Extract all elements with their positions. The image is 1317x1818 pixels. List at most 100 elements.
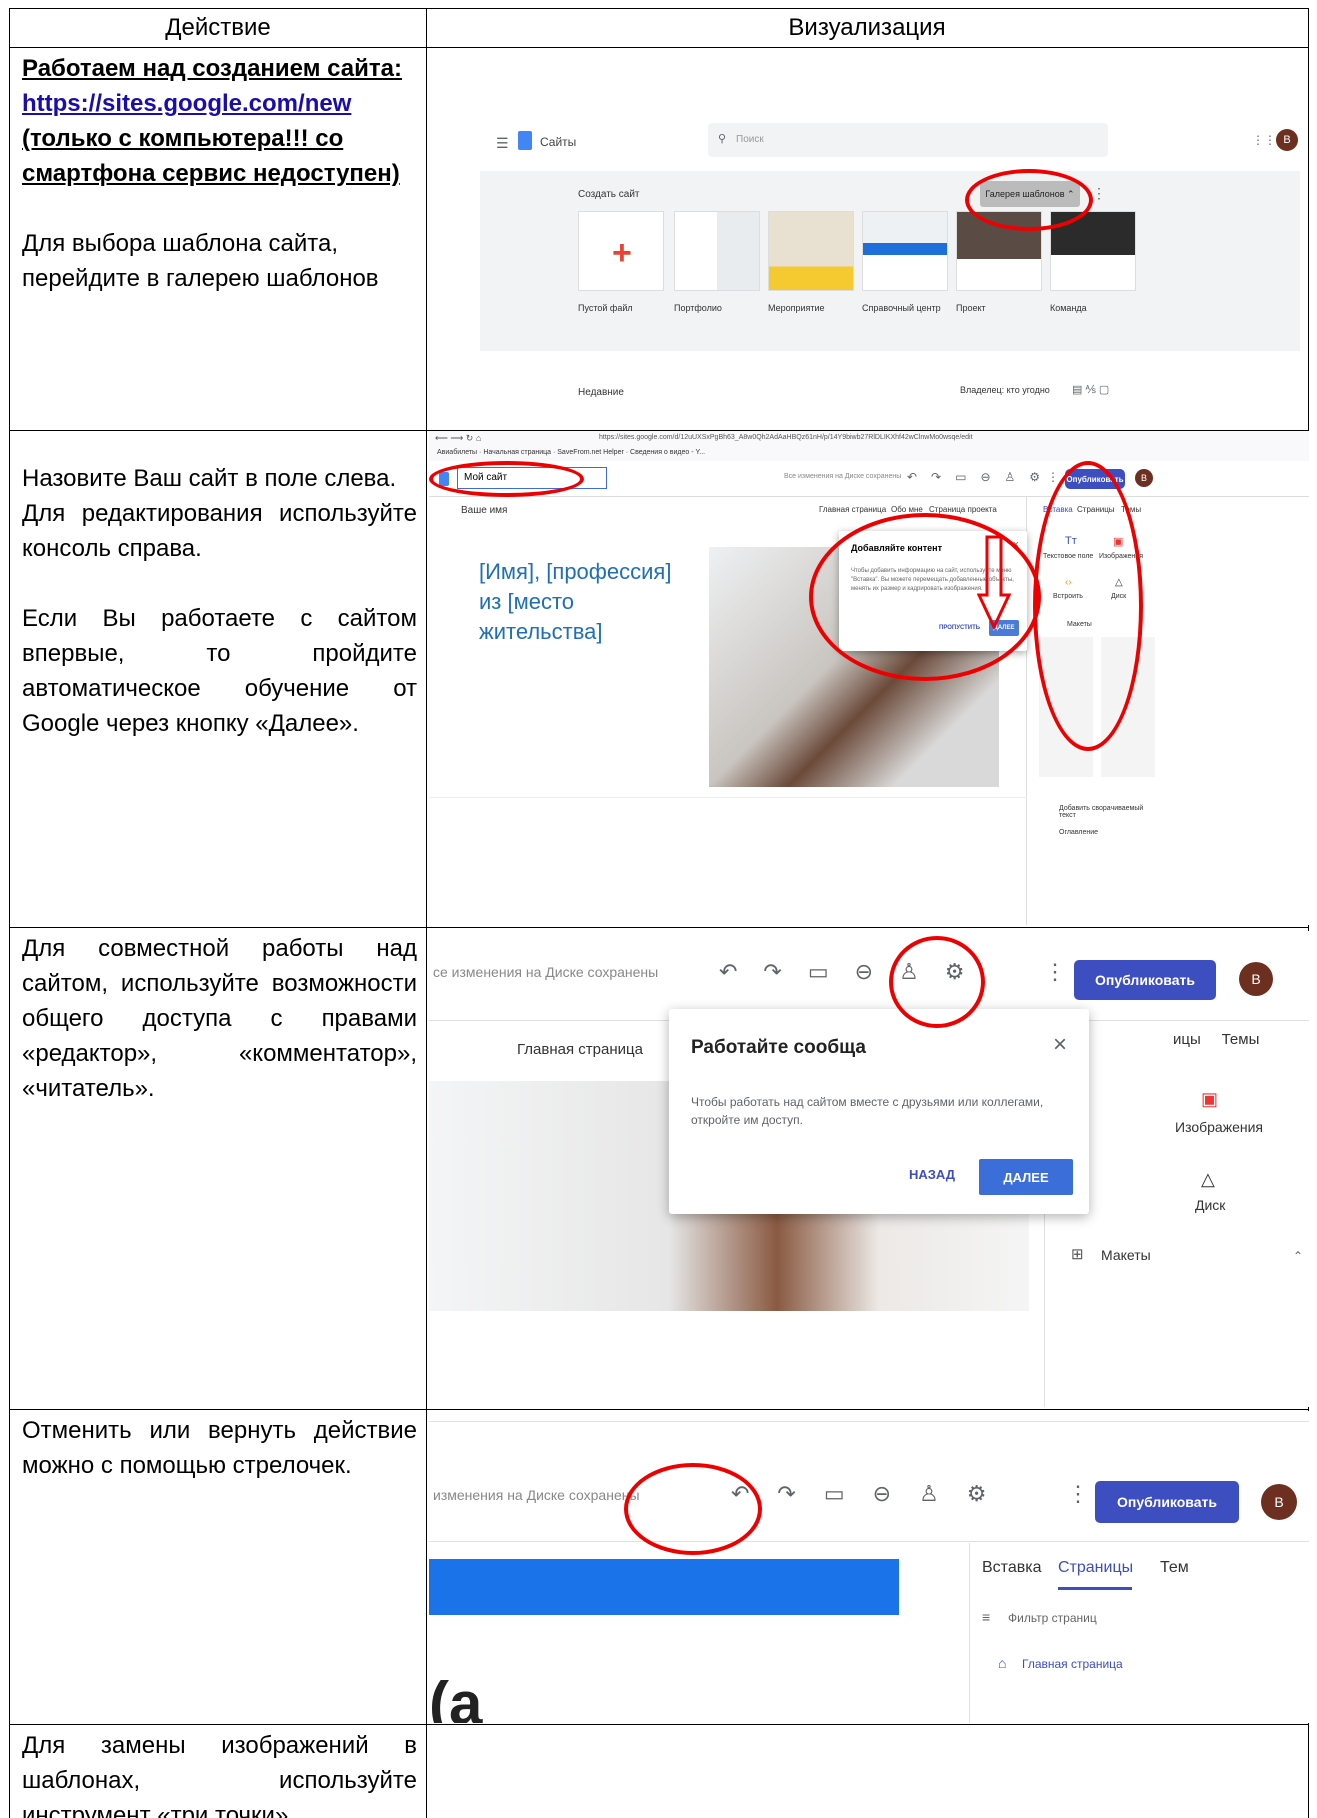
home-icon: ⌂ [998,1655,1007,1671]
panel-images[interactable]: Изображения [1175,1119,1263,1135]
saved-status: изменения на Диске сохранены [433,1487,640,1503]
filter-icon: ≡ [982,1609,991,1625]
toolbar-top-border [429,1421,1309,1422]
template-label: Пустой файл [578,303,633,313]
tab-themes[interactable]: Тем [1160,1559,1189,1577]
menu-icon[interactable]: ☰ [496,135,509,152]
sites-link[interactable]: https://sites.google.com/new [22,86,417,121]
home-page-item[interactable]: Главная страница [1022,1657,1123,1671]
screenshot-sites-home: ☰ Сайты ⚲ Поиск ⋮⋮ B Создать сайт Галере… [480,109,1300,409]
toolbar-divider [429,1541,1309,1542]
more-icon[interactable]: ⋮ [1067,1481,1089,1507]
collapse-icon[interactable]: ⌃ [1293,1249,1303,1263]
header-action: Действие [165,14,271,41]
toolbar-icons[interactable]: ↶↷▭⊖♙⚙ [907,470,1054,484]
row2-p1: Назовите Ваш сайт в поле слева. [22,465,397,492]
more-icon[interactable]: ⋮ [1092,185,1106,202]
search-placeholder: Поиск [736,134,764,145]
row1-instruction: Для выбора шаблона сайта, перейдите в га… [22,230,379,292]
row1-title: Работаем над созданием сайта: [22,55,402,82]
arrow-down-icon [977,535,1011,629]
recent-label: Недавние [578,387,624,398]
browser-address-bar: ⟵ ⟶ ↻ ⌂ https://sites.google.com/d/12uUX… [429,431,1309,449]
panel-tabs[interactable]: ицы Темы [1173,1031,1259,1048]
highlight-circle [1033,461,1143,751]
nav-home[interactable]: Главная страница [819,505,886,514]
apps-grid-icon[interactable]: ⋮⋮ [1252,133,1276,147]
template-help-center[interactable] [862,211,948,291]
dialog-text: Чтобы работать над сайтом вместе с друзь… [691,1095,1044,1127]
more-icon[interactable]: ⋮ [1044,959,1066,985]
template-blank[interactable]: + [578,211,664,291]
back-button[interactable]: НАЗАД [909,1167,955,1182]
section-divider [429,797,1027,798]
bookmarks-bar: Авиабилеты · Начальная страница · SaveFr… [429,449,1309,461]
account-avatar[interactable]: B [1261,1484,1297,1520]
layouts-label: Макеты [1101,1247,1151,1263]
sites-logo-icon [518,131,532,150]
search-icon: ⚲ [718,133,727,145]
toolbar-icons[interactable]: ↶↷▭⊖♙⚙ [731,1481,1015,1507]
publish-button[interactable]: Опубликовать [1095,1481,1239,1523]
row-divider [10,1724,1308,1725]
account-avatar[interactable]: B [1239,962,1273,996]
header-visualization: Визуализация [788,14,946,41]
your-name[interactable]: Ваше имя [461,505,507,516]
layouts-icon: ⊞ [1071,1246,1084,1263]
share-dialog: Работайте сообща × Чтобы работать над са… [669,1009,1089,1214]
row2-text: Назовите Ваш сайт в поле слева. Для реда… [22,461,417,741]
pages-panel: Вставка Страницы Тем ≡ Фильтр страниц ⌂ … [969,1543,1309,1723]
account-avatar[interactable]: B [1135,469,1153,487]
highlight-circle [889,936,985,1028]
row3-text: Для совместной работы над сайтом, исполь… [22,935,417,1102]
template-list: + Пустой файл Портфолио Мероприятие Спра… [578,211,1178,321]
search-bar[interactable]: ⚲ Поиск [708,123,1108,157]
nav-home[interactable]: Главная страница [517,1041,643,1058]
account-avatar[interactable]: B [1276,129,1298,151]
screenshot-undo-redo: изменения на Диске сохранены ↶↷▭⊖♙⚙ ⋮ Оп… [429,1411,1309,1723]
template-label: Портфолио [674,303,722,313]
next-button[interactable]: ДАЛЕЕ [979,1159,1073,1195]
template-portfolio[interactable] [674,211,760,291]
template-label: Команда [1050,303,1087,313]
publish-button[interactable]: Опубликовать [1074,960,1216,1000]
more-icon[interactable]: ⋮ [1047,470,1059,484]
row4-text: Отменить или вернуть действие можно с по… [22,1417,417,1479]
screenshot-editor: ⟵ ⟶ ↻ ⌂ https://sites.google.com/d/12uUX… [429,431,1309,925]
row2-p3: Если Вы работаете с сайтом впервые, то п… [22,605,417,737]
tab-pages[interactable]: Страницы [1058,1559,1133,1577]
panel-drive[interactable]: Диск [1195,1197,1225,1213]
collapsible-text[interactable]: Добавить сворачиваемый текст [1059,805,1149,819]
image-icon: ▣ [1201,1089,1219,1109]
active-tab-indicator [1058,1587,1132,1590]
template-label: Проект [956,303,986,313]
row2-p2: Для редактирования используйте консоль с… [22,500,417,562]
toc-label[interactable]: Оглавление [1059,829,1098,836]
template-panel: Создать сайт Галерея шаблонов ⌃ ⋮ + Пуст… [480,171,1300,351]
row-divider [10,927,1308,928]
browser-nav-icons[interactable]: ⟵ ⟶ ↻ ⌂ [435,433,481,444]
view-icons[interactable]: ▤ ⅍ ▢ [1072,383,1109,396]
template-label: Мероприятие [768,303,825,313]
hero-text[interactable]: [Имя], [профессия] из [место жительства] [479,557,689,647]
screenshot-share: се изменения на Диске сохранены ↶↷▭⊖♙⚙ ⋮… [429,931,1309,1407]
url[interactable]: https://sites.google.com/d/12uUXSxPgBh63… [599,434,973,441]
close-icon[interactable]: × [1053,1031,1067,1059]
tab-insert[interactable]: Вставка [982,1559,1041,1577]
owner-filter[interactable]: Владелец: кто угодно [960,385,1050,395]
create-site-label: Создать сайт [578,189,640,200]
template-event[interactable] [768,211,854,291]
highlight-circle [965,169,1093,231]
drive-icon: △ [1201,1169,1215,1189]
template-label: Справочный центр [862,303,941,313]
highlight-circle [429,461,584,497]
page-heading-fragment: (a [429,1670,483,1723]
saved-status: се изменения на Диске сохранены [433,964,659,980]
row-divider [10,47,1308,48]
dialog-title: Работайте сообща [691,1037,866,1058]
plus-icon: + [612,234,632,272]
row5-text: Для замены изображений в шаблонах, испол… [22,1732,417,1818]
row1-note: (только с компьютера!!! со смартфона сер… [22,125,400,187]
header-banner[interactable] [429,1559,899,1615]
filter-pages[interactable]: Фильтр страниц [1008,1611,1097,1625]
